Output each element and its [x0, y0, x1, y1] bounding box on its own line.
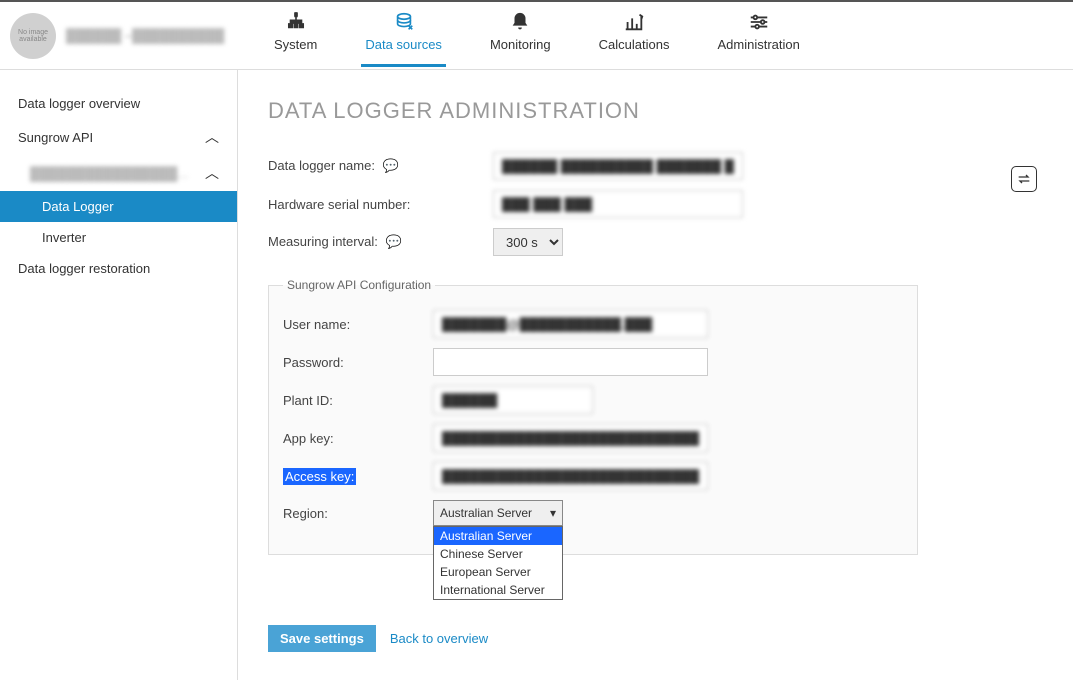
sidebar-sungrow-label: Sungrow API [18, 130, 93, 145]
site-logo: No image available [10, 13, 56, 59]
nav-monitoring[interactable]: Monitoring [486, 5, 555, 67]
back-to-overview-link[interactable]: Back to overview [390, 631, 488, 646]
nav-system[interactable]: System [270, 5, 321, 67]
page-title: DATA LOGGER ADMINISTRATION [268, 98, 1043, 124]
region-option-chinese[interactable]: Chinese Server [434, 545, 562, 563]
input-app-key[interactable] [433, 424, 708, 452]
label-serial: Hardware serial number: [268, 197, 493, 212]
sidebar-restoration[interactable]: Data logger restoration [0, 253, 237, 284]
fieldset-legend: Sungrow API Configuration [283, 278, 435, 292]
nav-monitoring-label: Monitoring [490, 37, 551, 52]
input-plant-id[interactable] [433, 386, 593, 414]
nav-data-sources-label: Data sources [365, 37, 442, 52]
label-plant-id: Plant ID: [283, 393, 433, 408]
sidebar-inverter[interactable]: Inverter [0, 222, 237, 253]
chevron-up-icon: ︿ [205, 163, 219, 183]
input-access-key[interactable] [433, 462, 708, 490]
nav-administration-label: Administration [717, 37, 799, 52]
top-nav: System Data sources Monitoring Calculati… [270, 5, 804, 67]
chart-icon [623, 11, 645, 33]
region-option-australian[interactable]: Australian Server [434, 527, 562, 545]
chevron-up-icon: ︿ [205, 127, 219, 147]
region-option-european[interactable]: European Server [434, 563, 562, 581]
region-option-international[interactable]: International Server [434, 581, 562, 599]
label-name: Data logger name: 💬 [268, 158, 493, 174]
region-selected-value: Australian Server [440, 506, 532, 520]
database-icon [393, 11, 415, 33]
nav-system-label: System [274, 37, 317, 52]
nav-calculations[interactable]: Calculations [595, 5, 674, 67]
sidebar-data-logger[interactable]: Data Logger [0, 191, 237, 222]
nav-administration[interactable]: Administration [713, 5, 803, 67]
sidebar-device-label: ████████████████... [30, 166, 188, 181]
sidebar-sungrow-api[interactable]: Sungrow API ︿ [0, 119, 237, 155]
sidebar-restoration-label: Data logger restoration [18, 261, 150, 276]
sidebar-overview[interactable]: Data logger overview [0, 88, 237, 119]
sidebar: Data logger overview Sungrow API ︿ █████… [0, 70, 238, 680]
chevron-down-icon: ▾ [550, 506, 556, 520]
region-dropdown: Australian Server Chinese Server Europea… [433, 526, 563, 600]
nav-data-sources[interactable]: Data sources [361, 5, 446, 67]
sidebar-device[interactable]: ████████████████... ︿ [0, 155, 237, 191]
sidebar-overview-label: Data logger overview [18, 96, 140, 111]
sitemap-icon [285, 11, 307, 33]
select-interval[interactable]: 300 s [493, 228, 563, 256]
save-button[interactable]: Save settings [268, 625, 376, 652]
info-icon[interactable]: 💬 [383, 158, 399, 173]
swap-icon [1016, 171, 1032, 187]
input-serial[interactable] [493, 190, 743, 218]
label-app-key: App key: [283, 431, 433, 446]
label-username: User name: [283, 317, 433, 332]
swap-button[interactable] [1011, 166, 1037, 192]
nav-calculations-label: Calculations [599, 37, 670, 52]
label-interval: Measuring interval: 💬 [268, 234, 493, 250]
label-password: Password: [283, 355, 433, 370]
sungrow-config-fieldset: Sungrow API Configuration User name: Pas… [268, 278, 918, 555]
bell-icon [509, 11, 531, 33]
logo-area: No image available ██████ –██████████ [10, 13, 240, 59]
label-region: Region: [283, 506, 433, 521]
input-username[interactable] [433, 310, 708, 338]
select-region[interactable]: Australian Server ▾ [433, 500, 563, 526]
label-access-key: Access key: [283, 469, 433, 484]
input-password[interactable] [433, 348, 708, 376]
topbar: No image available ██████ –██████████ Sy… [0, 0, 1073, 70]
input-data-logger-name[interactable] [493, 152, 743, 180]
info-icon[interactable]: 💬 [385, 234, 401, 249]
main-content: DATA LOGGER ADMINISTRATION Data logger n… [238, 70, 1073, 680]
sliders-icon [748, 11, 770, 33]
site-name: ██████ –██████████ [66, 28, 224, 43]
